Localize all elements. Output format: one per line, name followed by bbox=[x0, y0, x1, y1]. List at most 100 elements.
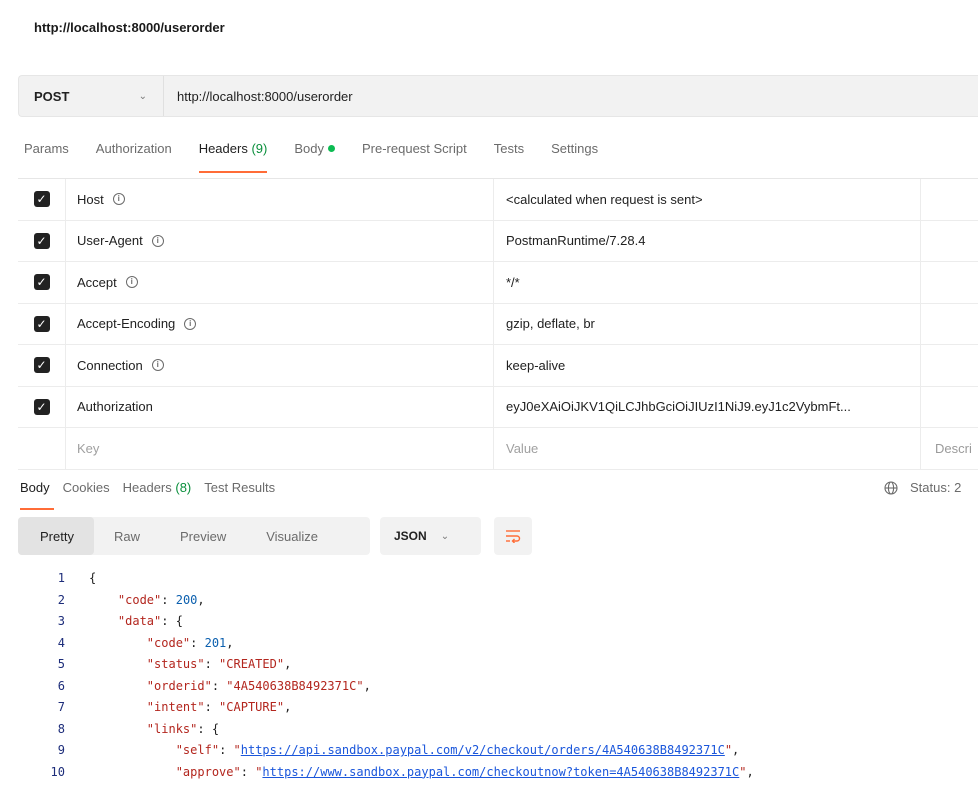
header-key-cell[interactable]: Authorization bbox=[66, 386, 494, 427]
new-header-description-input[interactable]: Descri bbox=[921, 428, 978, 469]
header-value: keep-alive bbox=[506, 357, 566, 373]
header-value: eyJ0eXAiOiJKV1QiLCJhbGciOiJIUzI1NiJ9.eyJ… bbox=[506, 399, 851, 415]
checkbox-checked-icon[interactable]: ✓ bbox=[33, 232, 50, 249]
header-description-cell[interactable] bbox=[921, 345, 978, 386]
wrap-lines-button[interactable] bbox=[494, 517, 532, 555]
response-body-code[interactable]: 1{2 "code": 200, 3 "data": {4 "code": 201… bbox=[0, 568, 978, 783]
chevron-down-icon: ⌄ bbox=[440, 530, 450, 542]
header-enable-cell bbox=[18, 428, 66, 469]
header-description-cell[interactable] bbox=[921, 387, 978, 428]
tab-settings[interactable]: Settings bbox=[551, 141, 598, 173]
header-value-cell[interactable]: keep-alive bbox=[494, 345, 921, 386]
header-description-cell[interactable] bbox=[921, 304, 978, 345]
chevron-down-icon: ⌄ bbox=[138, 90, 147, 102]
header-row: ✓ Accept-Encoding i gzip, deflate, br bbox=[18, 303, 978, 345]
url-bar: POST ⌄ http://localhost:8000/userorder bbox=[18, 75, 978, 117]
code-line: 10 "approve": "https://www.sandbox.paypa… bbox=[0, 762, 978, 784]
tab-tests[interactable]: Tests bbox=[494, 141, 524, 173]
response-status: Status: 2 bbox=[884, 480, 961, 495]
new-header-key-input[interactable]: Key bbox=[66, 428, 494, 469]
header-row: ✓ Connection i keep-alive bbox=[18, 345, 978, 387]
response-view-bar: Pretty Raw Preview Visualize JSON ⌄ bbox=[18, 517, 532, 555]
request-title: http://localhost:8000/userorder bbox=[34, 20, 225, 35]
view-pretty-button[interactable]: Pretty bbox=[18, 517, 94, 555]
header-row: ✓ Authorization eyJ0eXAiOiJKV1QiLCJhbGciOi… bbox=[18, 386, 978, 428]
new-header-value-input[interactable]: Value bbox=[494, 428, 921, 469]
response-tabs: Body Cookies Headers (8) Test Results bbox=[20, 480, 288, 510]
header-value-cell[interactable]: PostmanRuntime/7.28.4 bbox=[494, 220, 921, 261]
header-value-cell[interactable]: gzip, deflate, br bbox=[494, 303, 921, 344]
tab-authorization[interactable]: Authorization bbox=[96, 141, 172, 173]
code-text: "links": { bbox=[146, 721, 220, 736]
checkbox-checked-icon[interactable]: ✓ bbox=[33, 398, 50, 415]
code-line: 5 "status": "CREATED", bbox=[0, 654, 978, 676]
code-line: 7 "intent": "CAPTURE", bbox=[0, 697, 978, 719]
tab-params[interactable]: Params bbox=[24, 141, 69, 173]
url-input[interactable]: http://localhost:8000/userorder bbox=[164, 89, 353, 104]
header-key: Host bbox=[77, 191, 104, 207]
header-enable-cell: ✓ bbox=[18, 179, 66, 220]
status-label: Status: 2 bbox=[910, 480, 962, 495]
code-line: 2 "code": 200, bbox=[0, 590, 978, 612]
code-text: "self": "https://api.sandbox.paypal.com/… bbox=[175, 743, 740, 757]
header-key-cell[interactable]: Connection i bbox=[66, 345, 494, 386]
checkbox-checked-icon[interactable]: ✓ bbox=[33, 315, 50, 332]
code-line: 4 "code": 201, bbox=[0, 633, 978, 655]
info-circle-icon[interactable]: i bbox=[184, 317, 197, 330]
view-raw-button[interactable]: Raw bbox=[94, 517, 160, 555]
tab-body[interactable]: Body bbox=[294, 141, 335, 173]
code-line: 8 "links": { bbox=[0, 719, 978, 741]
headers-table: ✓ Host i <calculated when request is sent> ✓… bbox=[18, 178, 978, 470]
body-indicator-dot bbox=[327, 145, 335, 152]
header-value-cell[interactable]: eyJ0eXAiOiJKV1QiLCJhbGciOiJIUzI1NiJ9.eyJ… bbox=[494, 386, 921, 427]
code-line: 6 "orderid": "4A540638B8492371C", bbox=[0, 676, 978, 698]
format-select[interactable]: JSON ⌄ bbox=[380, 517, 481, 555]
code-line: 9 "self": "https://api.sandbox.paypal.co… bbox=[0, 740, 978, 762]
code-text: "code": 200, bbox=[117, 592, 205, 607]
info-circle-icon[interactable]: i bbox=[112, 193, 125, 206]
checkbox-checked-icon[interactable]: ✓ bbox=[33, 191, 50, 208]
header-key-cell[interactable]: User-Agent i bbox=[66, 220, 494, 261]
code-text: "orderid": "4A540638B8492371C", bbox=[146, 678, 371, 693]
header-enable-cell: ✓ bbox=[18, 303, 66, 344]
code-text: "intent": "CAPTURE", bbox=[146, 700, 292, 714]
method-label: POST bbox=[34, 88, 70, 104]
globe-icon[interactable] bbox=[884, 480, 898, 495]
view-mode-group: Pretty Raw Preview Visualize bbox=[18, 517, 370, 555]
tab-pre-request-script[interactable]: Pre-request Script bbox=[362, 141, 467, 173]
info-circle-icon[interactable]: i bbox=[125, 276, 138, 289]
header-key-cell[interactable]: Accept-Encoding i bbox=[66, 303, 494, 344]
view-visualize-button[interactable]: Visualize bbox=[246, 517, 338, 555]
header-value: <calculated when request is sent> bbox=[506, 191, 703, 207]
view-preview-button[interactable]: Preview bbox=[160, 517, 246, 555]
checkbox-checked-icon[interactable]: ✓ bbox=[33, 357, 50, 374]
header-key-cell[interactable]: Accept i bbox=[66, 262, 494, 303]
header-key-cell[interactable]: Host i bbox=[66, 179, 494, 220]
header-enable-cell: ✓ bbox=[18, 262, 66, 303]
tab-headers[interactable]: Headers (9) bbox=[198, 141, 267, 173]
tab-response-cookies[interactable]: Cookies bbox=[63, 480, 110, 510]
tab-response-headers[interactable]: Headers (8) bbox=[123, 480, 192, 510]
header-description-cell[interactable] bbox=[921, 221, 978, 262]
header-row: ✓ Accept i */* bbox=[18, 262, 978, 304]
header-key: Accept-Encoding bbox=[77, 316, 176, 332]
info-circle-icon[interactable]: i bbox=[151, 234, 164, 247]
header-row: ✓ Host i <calculated when request is sent> bbox=[18, 179, 978, 221]
code-text: { bbox=[89, 571, 97, 585]
info-circle-icon[interactable]: i bbox=[151, 359, 164, 372]
header-value-cell[interactable]: */* bbox=[494, 262, 921, 303]
header-key: Authorization bbox=[77, 399, 153, 415]
tab-response-body[interactable]: Body bbox=[20, 480, 54, 510]
line-number: 1 bbox=[57, 571, 65, 585]
method-select[interactable]: POST ⌄ bbox=[19, 76, 164, 116]
tab-test-results[interactable]: Test Results bbox=[204, 480, 275, 510]
code-text: "approve": "https://www.sandbox.paypal.c… bbox=[175, 764, 754, 779]
line-number: 4 bbox=[57, 635, 65, 650]
checkbox-checked-icon[interactable]: ✓ bbox=[33, 274, 50, 291]
line-number: 2 bbox=[57, 592, 65, 607]
header-description-cell[interactable] bbox=[921, 262, 978, 303]
header-description-cell[interactable] bbox=[921, 179, 978, 220]
header-enable-cell: ✓ bbox=[18, 386, 66, 427]
header-value: gzip, deflate, br bbox=[506, 316, 595, 332]
header-value-cell[interactable]: <calculated when request is sent> bbox=[494, 179, 921, 220]
